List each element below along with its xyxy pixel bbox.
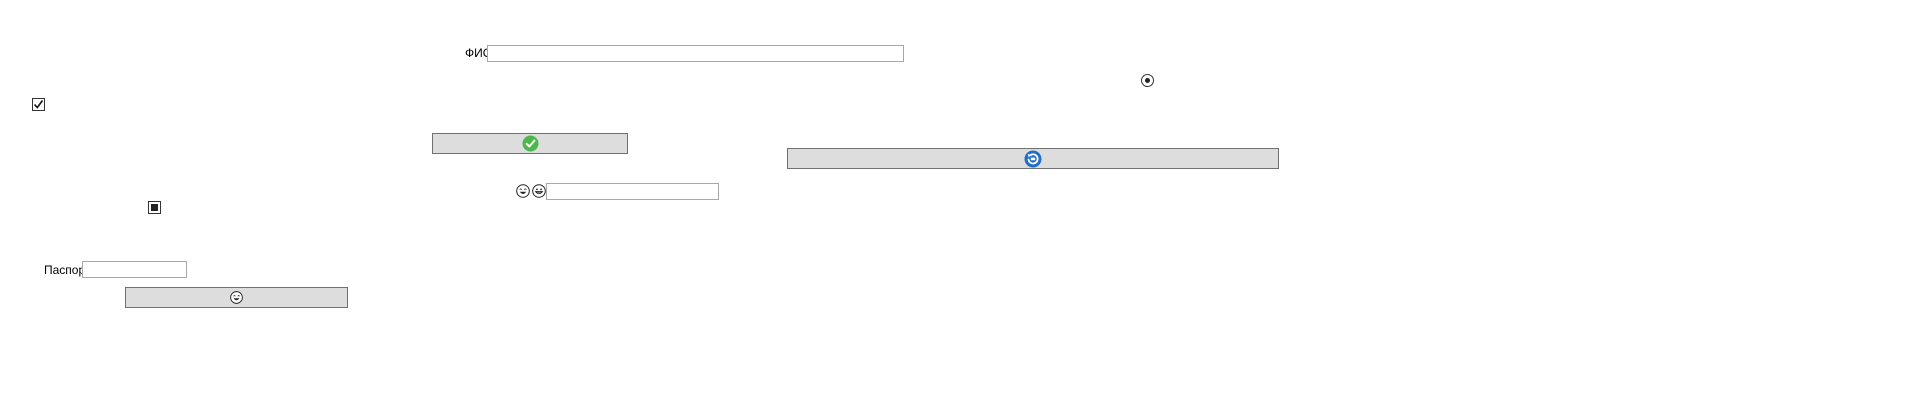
fio-input[interactable] <box>487 45 904 62</box>
checkbox[interactable] <box>32 98 45 111</box>
indeterminate-checkbox[interactable] <box>148 201 161 214</box>
checkmark-icon <box>33 100 44 109</box>
refresh-button[interactable] <box>787 148 1279 169</box>
check-circle-icon <box>522 135 538 152</box>
laughing-face-icon <box>516 184 530 198</box>
radio-selected-dot <box>1145 78 1150 83</box>
laughing-face-icon <box>230 291 243 304</box>
confirm-button[interactable] <box>432 133 628 154</box>
passport-input[interactable] <box>82 261 187 278</box>
emoji-button[interactable] <box>125 287 348 308</box>
radio-button[interactable] <box>1141 74 1154 87</box>
grinning-face-icon <box>532 184 546 198</box>
refresh-icon <box>1024 150 1042 167</box>
emoji-field-input[interactable] <box>546 183 719 200</box>
indeterminate-mark <box>151 204 158 211</box>
